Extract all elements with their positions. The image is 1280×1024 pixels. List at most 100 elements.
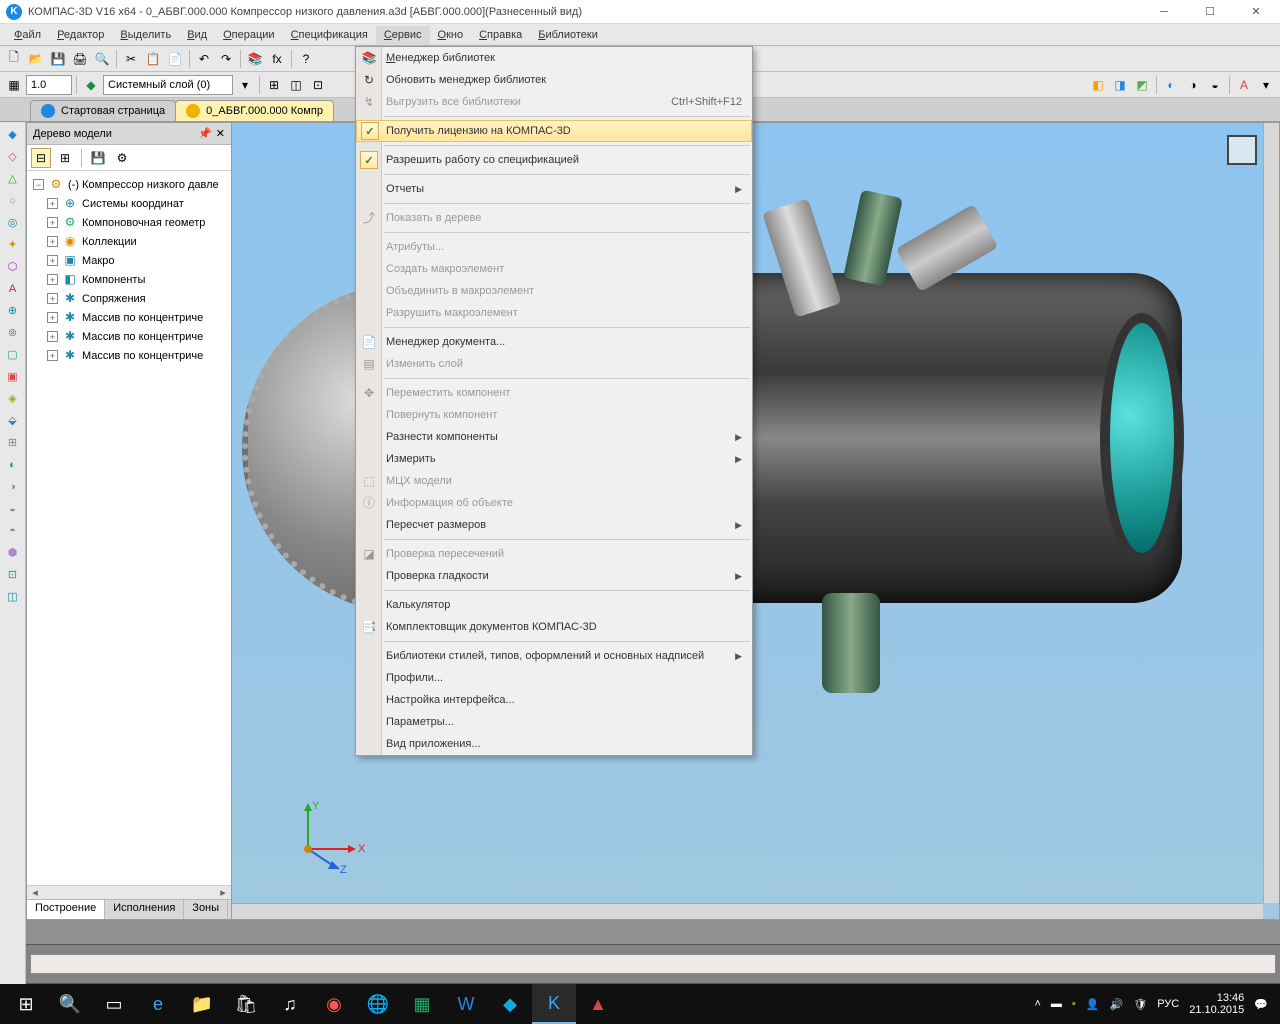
palette-btn[interactable]: ⊕ [4,302,22,320]
menu-сервис[interactable]: Сервис [376,26,430,44]
tray-clock[interactable]: 13:4621.10.2015 [1189,992,1244,1016]
timeline-track[interactable] [30,954,1276,974]
palette-btn[interactable]: ◈ [4,390,22,408]
palette-btn[interactable]: ◆ [4,126,22,144]
palette-btn[interactable]: ⬢ [4,544,22,562]
text-style-icon[interactable]: A [1234,75,1254,95]
lib-icon[interactable]: 📚 [245,49,265,69]
palette-btn[interactable]: ○ [4,192,22,210]
tree-item[interactable]: +✱Сопряжения [33,289,231,308]
palette-btn[interactable]: △ [4,170,22,188]
menu-item[interactable]: Вид приложения... [356,733,752,755]
menu-item[interactable]: Проверка гладкости▶ [356,565,752,587]
palette-btn[interactable]: ⊞ [4,434,22,452]
cube3-icon[interactable]: ◩ [1132,75,1152,95]
menu-item[interactable]: Библиотеки стилей, типов, оформлений и о… [356,645,752,667]
tool-c-icon[interactable]: ⊡ [308,75,328,95]
tray-shield-icon[interactable]: 🛡 [1133,998,1147,1011]
menu-item[interactable]: 📚Менеджер библиотек [356,47,752,69]
palette-btn[interactable]: ▣ [4,368,22,386]
menu-item[interactable]: ↻Обновить менеджер библиотек [356,69,752,91]
tree-footer-tab[interactable]: Зоны [184,900,228,919]
palette-btn[interactable]: ◫ [4,588,22,606]
tray-net-icon[interactable]: 👤 [1086,998,1100,1011]
menu-item[interactable]: Измерить▶ [356,448,752,470]
palette-btn[interactable]: ◒ [4,500,22,518]
palette-btn[interactable]: ⬡ [4,258,22,276]
edge-icon[interactable]: e [136,984,180,1024]
menu-библиотеки[interactable]: Библиотеки [530,26,606,44]
tray-up-icon[interactable]: ˄ [1034,998,1040,1010]
tray-notif-icon[interactable]: 💬 [1254,998,1268,1011]
menu-справка[interactable]: Справка [471,26,530,44]
menu-выделить[interactable]: Выделить [112,26,179,44]
pin-icon[interactable]: 📌 [198,127,212,140]
tree-item[interactable]: +✱Массив по концентриче [33,346,231,365]
menu-item[interactable]: ✓Получить лицензию на КОМПАС-3D [356,120,752,142]
palette-btn[interactable]: A [4,280,22,298]
preview-icon[interactable]: 🔍 [92,49,112,69]
dropdown-icon[interactable]: ▾ [235,75,255,95]
minimize-button[interactable]: ─ [1150,3,1178,21]
render3-icon[interactable]: ◒ [1205,75,1225,95]
paste-icon[interactable]: 📄 [165,49,185,69]
app3-icon[interactable]: ▲ [576,984,620,1024]
menu-item[interactable]: 📄Менеджер документа... [356,331,752,353]
menu-item[interactable]: Профили... [356,667,752,689]
palette-btn[interactable]: ▢ [4,346,22,364]
tree-footer-tab[interactable]: Исполнения [105,900,184,919]
start-button[interactable]: ⊞ [4,984,48,1024]
menu-item[interactable]: Разнести компоненты▶ [356,426,752,448]
menu-окно[interactable]: Окно [430,26,472,44]
palette-btn[interactable]: ◇ [4,148,22,166]
palette-btn[interactable]: ◑ [4,478,22,496]
palette-btn[interactable]: ⬙ [4,412,22,430]
menu-операции[interactable]: Операции [215,26,282,44]
render1-icon[interactable]: ◐ [1161,75,1181,95]
palette-btn[interactable]: ◓ [4,522,22,540]
tree-item[interactable]: +◧Компоненты [33,270,231,289]
app-icon[interactable]: ◉ [312,984,356,1024]
menu-item[interactable]: 📑Комплектовщик документов КОМПАС-3D [356,616,752,638]
menu-item[interactable]: ✓Разрешить работу со спецификацией [356,149,752,171]
palette-btn[interactable]: ◎ [4,214,22,232]
redo-icon[interactable]: ↷ [216,49,236,69]
scroll-right-icon[interactable]: ▸ [215,886,231,899]
tree-cfg-icon[interactable]: ⚙ [112,148,132,168]
menu-вид[interactable]: Вид [179,26,215,44]
v-scrollbar[interactable] [1263,123,1279,903]
tree-item[interactable]: +✱Массив по концентриче [33,308,231,327]
palette-btn[interactable]: ✦ [4,236,22,254]
excel-icon[interactable]: ▦ [400,984,444,1024]
app2-icon[interactable]: ◆ [488,984,532,1024]
tree-mode2-icon[interactable]: ⊞ [55,148,75,168]
maximize-button[interactable]: ☐ [1196,3,1224,21]
cube2-icon[interactable]: ◨ [1110,75,1130,95]
palette-btn[interactable]: ◐ [4,456,22,474]
cut-icon[interactable]: ✂ [121,49,141,69]
zoom-input[interactable] [26,75,72,95]
tree-item[interactable]: +▣Макро [33,251,231,270]
menu-item[interactable]: Пересчет размеров▶ [356,514,752,536]
save-icon[interactable]: 💾 [48,49,68,69]
tree-item[interactable]: +◉Коллекции [33,232,231,251]
help-icon[interactable]: ? [296,49,316,69]
view-cube-icon[interactable] [1227,135,1257,165]
tree-item[interactable]: +⊕Системы координат [33,194,231,213]
menu-файл[interactable]: Файл [6,26,49,44]
grid-icon[interactable]: ▦ [4,75,24,95]
scroll-left-icon[interactable]: ◂ [27,886,43,899]
new-icon[interactable]: 🗋 [4,49,24,69]
toolbar-menu-icon[interactable]: ▾ [1256,75,1276,95]
menu-редактор[interactable]: Редактор [49,26,112,44]
cube1-icon[interactable]: ◧ [1088,75,1108,95]
tree-mode1-icon[interactable]: ⊟ [31,148,51,168]
menu-спецификация[interactable]: Спецификация [283,26,376,44]
tool-a-icon[interactable]: ⊞ [264,75,284,95]
menu-item[interactable]: Параметры... [356,711,752,733]
doc-tab[interactable]: Стартовая страница [30,100,176,121]
layer-icon[interactable]: ◆ [81,75,101,95]
doc-tab[interactable]: 0_АБВГ.000.000 Компр [175,100,334,121]
tray-gpu-icon[interactable]: ▪ [1072,998,1076,1010]
tree-item[interactable]: +⚙Компоновочная геометр [33,213,231,232]
